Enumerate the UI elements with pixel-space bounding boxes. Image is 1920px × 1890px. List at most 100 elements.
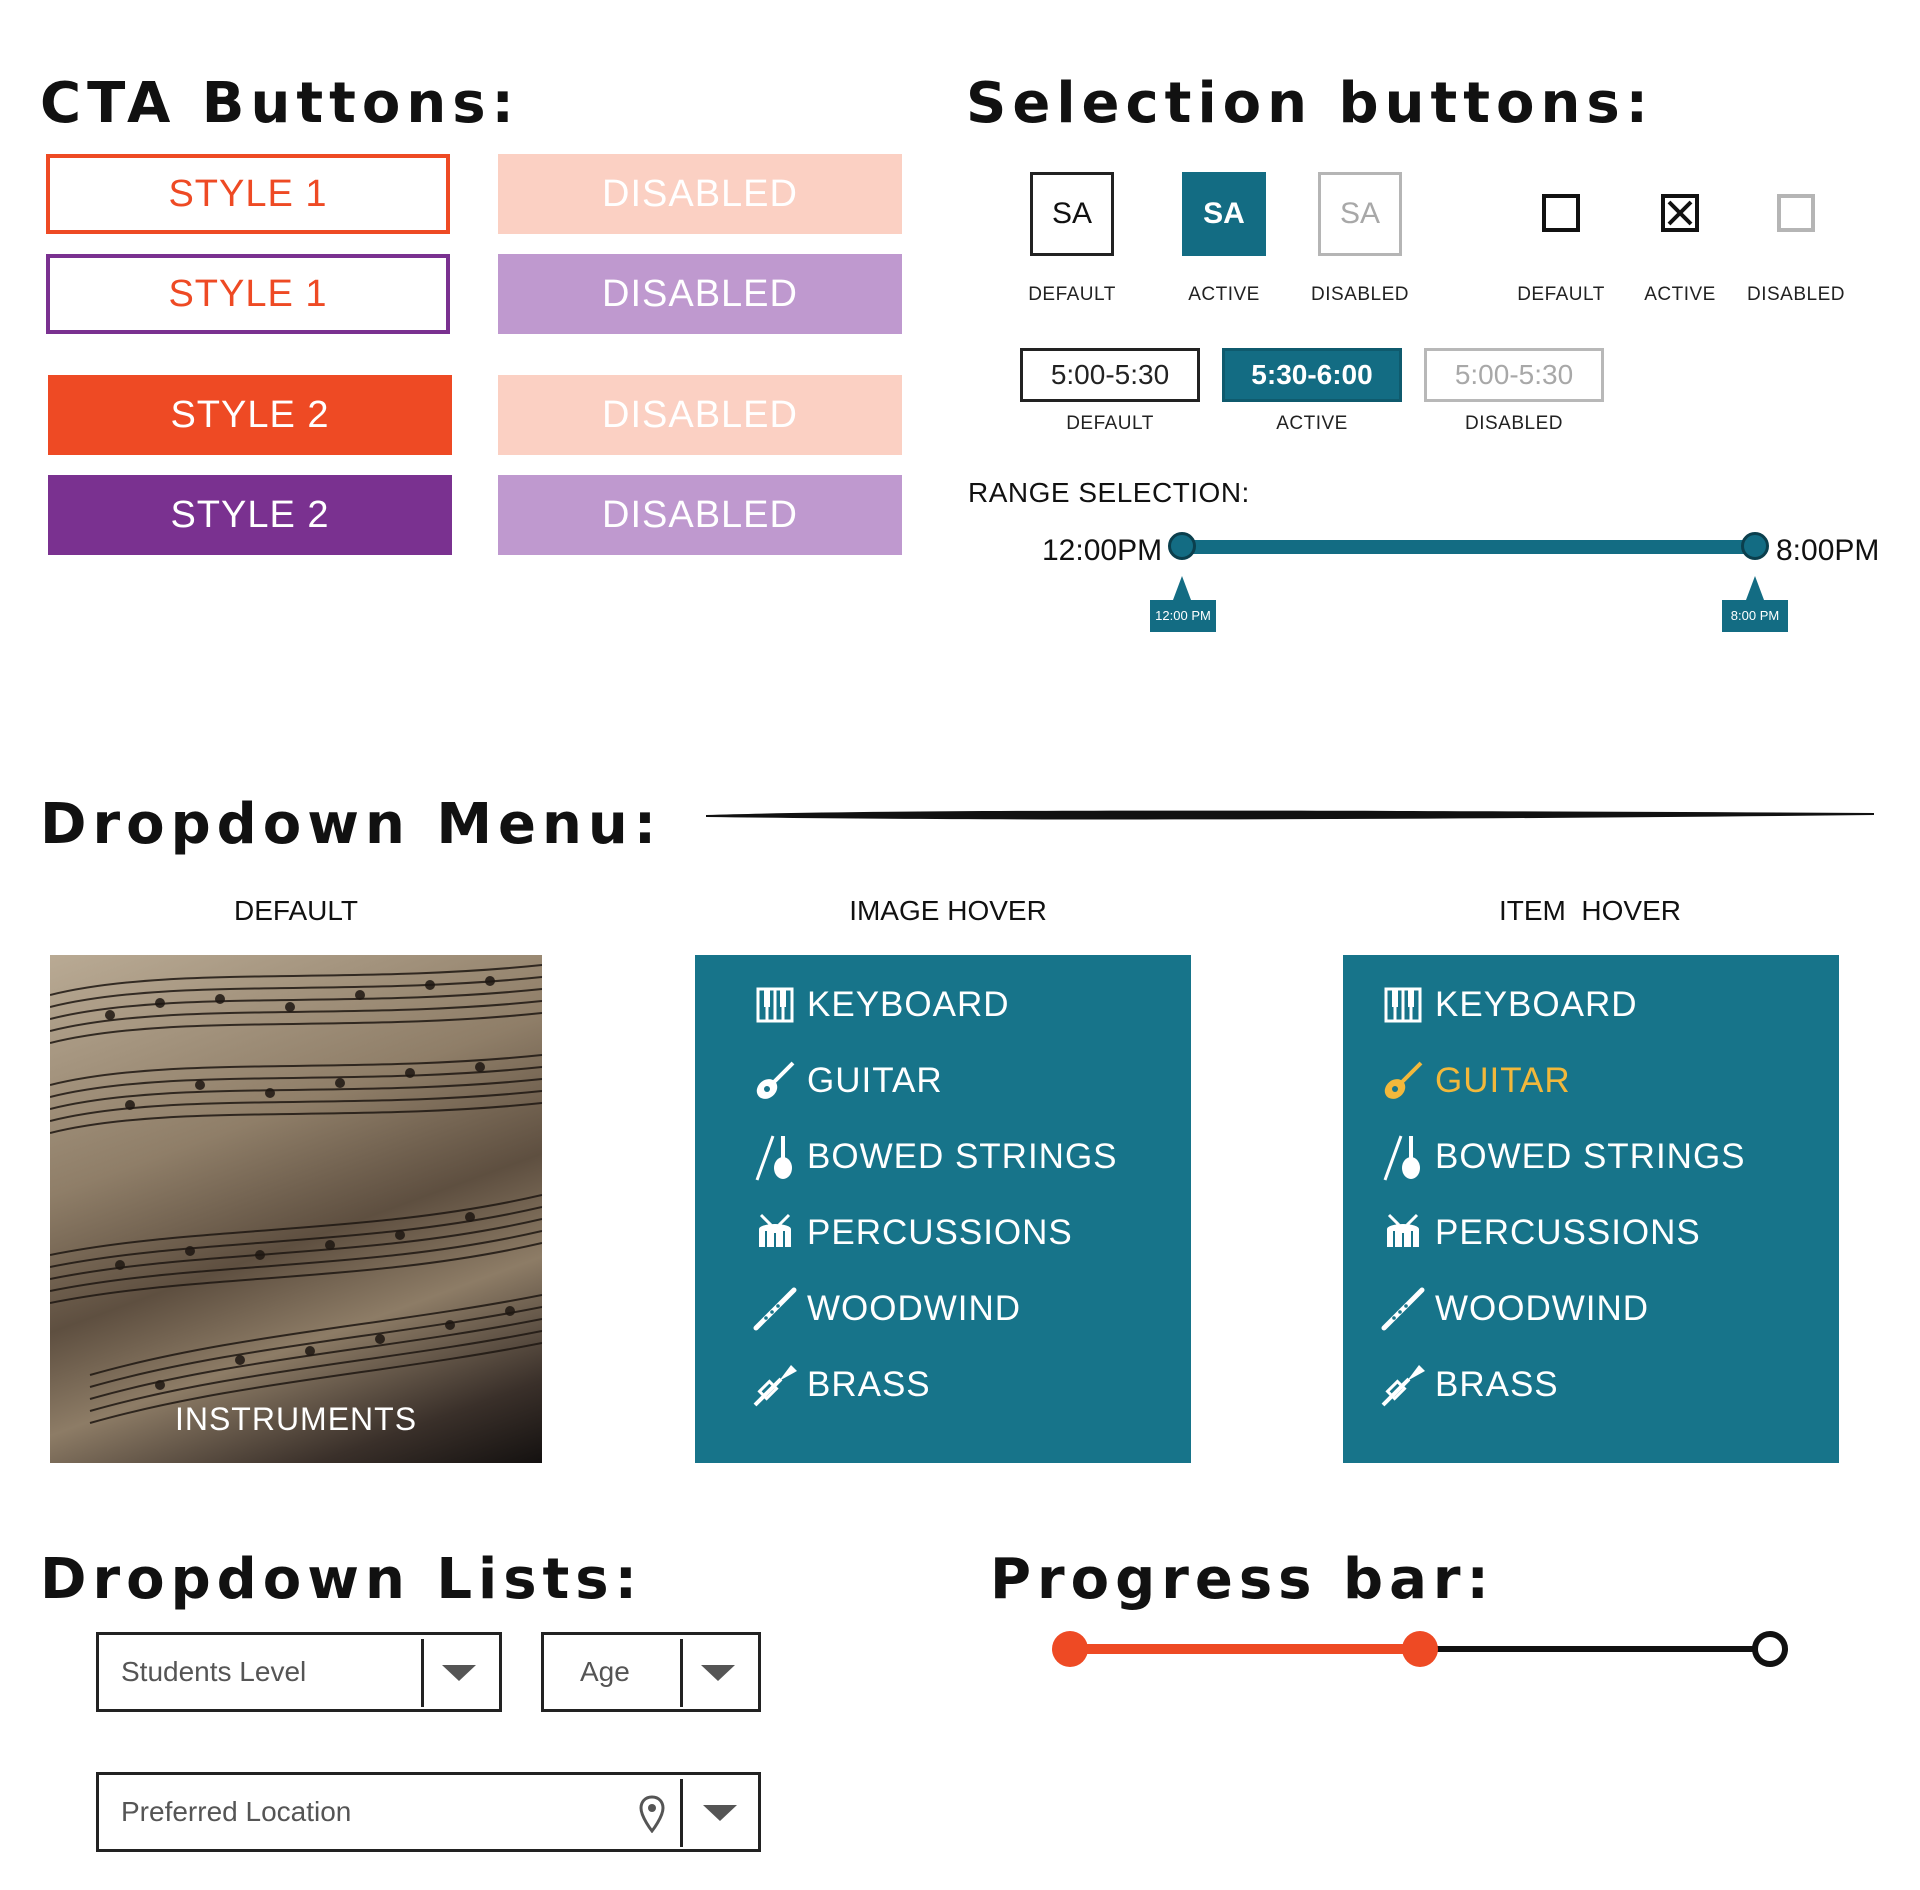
violin-icon [1379,1133,1427,1181]
menu-item-keyboard[interactable]: KEYBOARD [751,977,1010,1033]
style1-purple-button[interactable]: STYLE 1 [46,254,450,334]
menu-item-guitar[interactable]: GUITAR [751,1053,943,1109]
age-select[interactable]: Age [541,1632,761,1712]
flute-icon [751,1285,799,1333]
menu-item-label: BRASS [807,1365,931,1404]
dropdown-lists-section-title: Dropdown Lists: [40,1547,644,1612]
menu-item-label: PERCUSSIONS [1435,1213,1701,1252]
drum-icon [1379,1209,1427,1257]
style2-orange-button[interactable]: STYLE 2 [48,375,452,455]
range-max-tooltip-pointer [1746,576,1764,600]
disabled-outline-orange-button: DISABLED [498,154,902,234]
sheet-music-graphic [50,964,542,1424]
select-divider [421,1639,424,1707]
range-max-tooltip: 8:00 PM [1722,600,1788,632]
drum-icon [751,1209,799,1257]
checkbox-checked-icon [1661,194,1699,232]
range-max-label: 8:00PM [1776,534,1880,567]
menu-item-percussions[interactable]: PERCUSSIONS [751,1205,1073,1261]
progress-step-1 [1052,1631,1088,1667]
style1-orange-button[interactable]: STYLE 1 [46,154,450,234]
range-min-tooltip-pointer [1173,576,1191,600]
menu-item-label: KEYBOARD [1435,985,1638,1024]
flute-icon [1379,1285,1427,1333]
preferred-location-select[interactable]: Preferred Location [96,1772,761,1852]
time-disabled-caption: DISABLED [1465,413,1563,434]
menu-item-label: BOWED STRINGS [1435,1137,1746,1176]
keyboard-icon [1379,981,1427,1029]
select-divider [680,1779,683,1847]
sa-disabled-button: SA [1318,172,1402,256]
menu-item-label: BOWED STRINGS [807,1137,1118,1176]
menu-item-label: BRASS [1435,1365,1559,1404]
range-min-handle[interactable] [1168,532,1196,560]
disabled-fill-orange-button: DISABLED [498,375,902,455]
menu-item-label: WOODWIND [1435,1289,1650,1328]
checkbox-disabled-caption: DISABLED [1747,284,1845,305]
instruments-menu-image[interactable]: INSTRUMENTS [50,955,542,1463]
progress-section-title: Progress bar: [990,1547,1495,1612]
select-divider [680,1639,683,1707]
menu-item-brass[interactable]: BRASS [751,1357,931,1413]
dropdown-menu-section-title: Dropdown Menu: [40,792,663,857]
menu-item-label: PERCUSSIONS [807,1213,1073,1252]
time-slot-active-button[interactable]: 5:30-6:00 [1222,348,1402,402]
menu-item-bowed-strings[interactable]: BOWED STRINGS [751,1129,1118,1185]
age-value: Age [580,1656,630,1687]
checkbox-active[interactable] [1661,194,1699,232]
menu-item-label: KEYBOARD [807,985,1010,1024]
checkbox-disabled [1777,194,1815,232]
chevron-down-icon [701,1665,735,1681]
progress-step-2 [1402,1631,1438,1667]
menu-item-label: GUITAR [807,1061,943,1100]
image-hover-caption: IMAGE HOVER [849,895,1047,926]
range-track[interactable] [1182,540,1754,554]
cta-section-title: CTA Buttons: [40,71,520,136]
sa-default-button[interactable]: SA [1030,172,1114,256]
instruments-menu-image-hover[interactable]: KEYBOARD GUITAR BOWED STRINGS PERCUSSION… [695,955,1191,1463]
chevron-down-icon [703,1805,737,1821]
sa-active-button[interactable]: SA [1182,172,1266,256]
trumpet-icon [1379,1361,1427,1409]
brush-divider [706,810,1874,820]
progress-step-3 [1752,1631,1788,1667]
violin-icon [751,1133,799,1181]
default-caption: DEFAULT [234,895,358,926]
menu-item-keyboard[interactable]: KEYBOARD [1379,977,1638,1033]
chevron-down-icon [442,1665,476,1681]
instruments-label: INSTRUMENTS [174,1401,418,1437]
time-active-caption: ACTIVE [1276,413,1348,434]
menu-item-guitar-hovered[interactable]: GUITAR [1379,1053,1571,1109]
sa-default-caption: DEFAULT [1028,284,1116,305]
range-min-tooltip: 12:00 PM [1150,600,1216,632]
range-max-handle[interactable] [1741,532,1769,560]
keyboard-icon [751,981,799,1029]
guitar-icon [751,1057,799,1105]
students-level-select[interactable]: Students Level [96,1632,502,1712]
menu-item-percussions[interactable]: PERCUSSIONS [1379,1205,1701,1261]
disabled-fill-purple-button: DISABLED [498,475,902,555]
time-slot-default-button[interactable]: 5:00-5:30 [1020,348,1200,402]
item-hover-caption: ITEM HOVER [1498,895,1681,926]
time-default-caption: DEFAULT [1066,413,1154,434]
range-min-label: 12:00PM [1042,534,1163,567]
menu-item-brass[interactable]: BRASS [1379,1357,1559,1413]
range-selection-label: RANGE SELECTION: [968,477,1250,508]
location-pin-icon [639,1795,665,1838]
trumpet-icon [751,1361,799,1409]
disabled-outline-purple-button: DISABLED [498,254,902,334]
progress-bar [1052,1631,1788,1667]
students-level-value: Students Level [121,1656,307,1687]
menu-item-woodwind[interactable]: WOODWIND [1379,1281,1649,1337]
style2-purple-button[interactable]: STYLE 2 [48,475,452,555]
instruments-menu-item-hover[interactable]: KEYBOARD GUITAR BOWED STRINGS PERCUSSION… [1343,955,1839,1463]
selection-section-title: Selection buttons: [966,71,1655,136]
menu-item-label: WOODWIND [807,1289,1022,1328]
sa-disabled-caption: DISABLED [1311,284,1409,305]
checkbox-default[interactable] [1542,194,1580,232]
guitar-icon [1379,1057,1427,1105]
preferred-location-value: Preferred Location [121,1796,352,1827]
menu-item-woodwind[interactable]: WOODWIND [751,1281,1021,1337]
menu-item-bowed-strings[interactable]: BOWED STRINGS [1379,1129,1746,1185]
time-slot-disabled-button: 5:00-5:30 [1424,348,1604,402]
